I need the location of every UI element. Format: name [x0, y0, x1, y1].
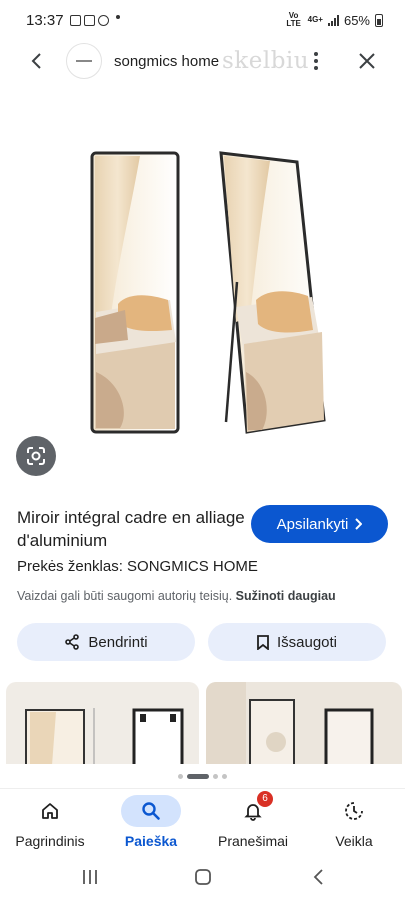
recent-apps-icon: [83, 870, 97, 884]
mirror-photo: [90, 151, 326, 434]
image-icon: [69, 14, 81, 26]
signal-icon: [327, 14, 339, 26]
system-nav-bar: [0, 854, 405, 900]
home-icon: [42, 803, 58, 819]
related-photo-2: [206, 682, 374, 764]
pager-dot-active: [187, 773, 209, 779]
activity-icon: [345, 802, 363, 820]
more-options-button[interactable]: [305, 50, 327, 72]
pager-dot: [222, 773, 227, 779]
nav-home[interactable]: Pagrindinis: [0, 789, 100, 855]
nav-activity[interactable]: Veikla: [304, 789, 404, 855]
lens-icon: [27, 447, 45, 465]
recent-apps-button[interactable]: [78, 866, 102, 888]
system-back-button[interactable]: [306, 866, 330, 888]
product-image[interactable]: [0, 82, 405, 480]
related-image-1[interactable]: [6, 682, 199, 764]
home-square-icon: [195, 869, 211, 885]
visit-button[interactable]: Apsilankyti: [251, 505, 388, 543]
close-icon: [359, 53, 375, 69]
more-notifications-icon: [115, 14, 120, 19]
network-type: 4G+: [307, 15, 323, 24]
pager-dot: [178, 773, 183, 779]
nav-notifications-label: Pranešimai: [217, 833, 289, 849]
top-bar: songmics home skelbiu: [0, 40, 405, 82]
battery-icon: [375, 13, 383, 27]
chevron-right-icon: [355, 518, 363, 530]
nav-notifications[interactable]: 6 Pranešimai: [203, 789, 303, 855]
related-photo-1: [25, 708, 184, 764]
save-button[interactable]: Išsaugoti: [208, 623, 386, 661]
more-vert-icon: [314, 52, 318, 70]
notification-badge: 6: [257, 791, 273, 807]
learn-more-link[interactable]: Sužinoti daugiau: [236, 589, 336, 603]
save-label: Išsaugoti: [276, 633, 338, 651]
bottom-nav: Pagrindinis Paieška 6 Pranešimai Veikla: [0, 788, 405, 854]
copyright-text: Vaizdai gali būti saugomi autorių teisių…: [17, 589, 233, 603]
notification-icons: [69, 14, 120, 26]
arrow-left-icon: [31, 53, 41, 69]
status-bar: 13:37 Vo LTE 4G+ 65%: [0, 0, 405, 40]
brand-line: Prekės ženklas: SONGMICS HOME: [17, 558, 258, 575]
camera-icon: [83, 14, 95, 26]
nav-home-label: Pagrindinis: [15, 833, 85, 849]
back-chevron-icon: [313, 869, 323, 885]
battery-level: 65%: [343, 12, 370, 28]
nav-search-label: Paieška: [124, 833, 178, 849]
google-lens-button[interactable]: [16, 436, 56, 476]
nav-activity-label: Veikla: [335, 833, 373, 849]
share-label: Bendrinti: [88, 633, 148, 651]
close-button[interactable]: [355, 49, 379, 73]
related-image-2[interactable]: [206, 682, 402, 764]
search-icon: [142, 802, 160, 820]
site-name[interactable]: songmics home: [114, 53, 219, 70]
visit-label: Apsilankyti: [276, 515, 349, 533]
image-pager: [0, 772, 405, 780]
share-icon: [65, 634, 80, 650]
home-system-button[interactable]: [191, 866, 215, 888]
share-button[interactable]: Bendrinti: [17, 623, 195, 661]
bookmark-icon: [257, 634, 269, 650]
copyright-notice: Vaizdai gali būti saugomi autorių teisių…: [17, 589, 336, 603]
volte-indicator: Vo LTE: [286, 11, 301, 28]
status-time: 13:37: [26, 11, 64, 29]
pager-dot: [213, 773, 218, 779]
related-images: [0, 682, 405, 764]
product-title: Miroir intégral cadre en alliage d'alumi…: [17, 508, 245, 550]
nav-search[interactable]: Paieška: [101, 789, 201, 855]
messenger-icon: [97, 14, 109, 26]
back-button[interactable]: [14, 40, 60, 82]
watermark: skelbiu: [222, 48, 310, 74]
site-logo[interactable]: [66, 43, 102, 79]
